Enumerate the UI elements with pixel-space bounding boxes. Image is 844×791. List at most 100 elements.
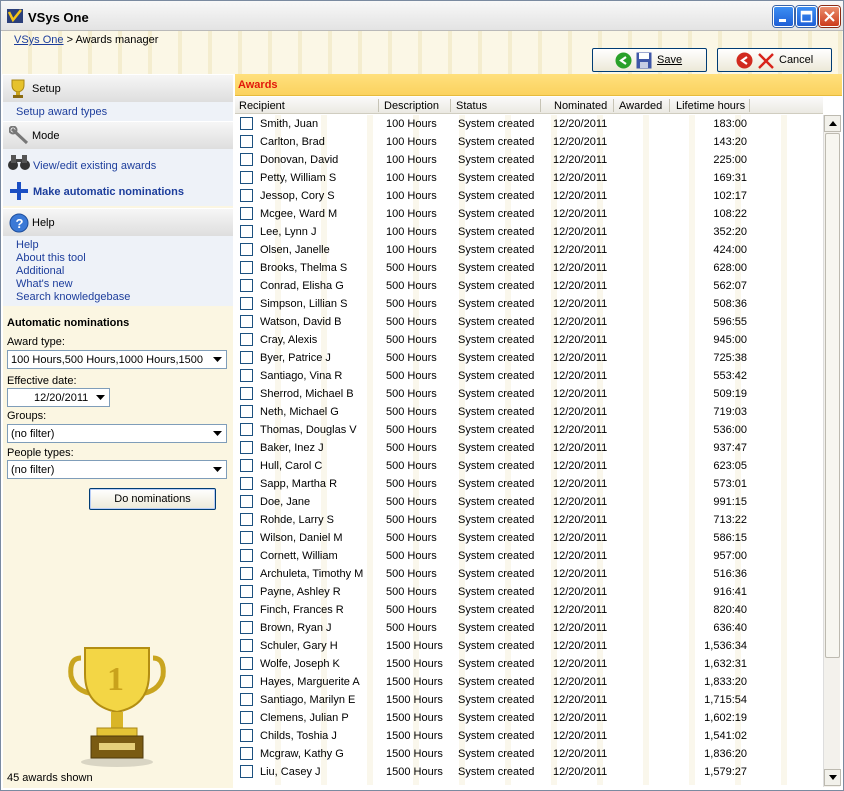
mode-section-header[interactable]: Mode	[3, 121, 233, 149]
table-row[interactable]: Rohde, Larry S 500 Hours System created 12/…	[235, 511, 823, 529]
award-type-select[interactable]: 100 Hours,500 Hours,1000 Hours,1500 H	[7, 350, 227, 369]
column-header-status[interactable]: Status	[456, 100, 487, 112]
table-row[interactable]: Petty, William S 100 Hours System created 1…	[235, 169, 823, 187]
table-row[interactable]: Simpson, Lillian S 500 Hours System create…	[235, 295, 823, 313]
column-divider[interactable]	[378, 99, 379, 112]
column-header-lifetime-hours[interactable]: Lifetime hours	[676, 100, 745, 112]
table-row[interactable]: Conrad, Elisha G 500 Hours System created 1…	[235, 277, 823, 295]
table-row[interactable]: Baker, Inez J 500 Hours System created 12/2…	[235, 439, 823, 457]
row-checkbox[interactable]	[240, 153, 253, 166]
people-types-select[interactable]: (no filter)	[7, 460, 227, 479]
row-checkbox[interactable]	[240, 513, 253, 526]
table-row[interactable]: Olsen, Janelle 100 Hours System created 12/…	[235, 241, 823, 259]
row-checkbox[interactable]	[240, 135, 253, 148]
table-row[interactable]: Doe, Jane 500 Hours System created 12/20/20…	[235, 493, 823, 511]
scroll-up-button[interactable]	[824, 115, 841, 132]
scrollbar-thumb[interactable]	[825, 133, 840, 658]
row-checkbox[interactable]	[240, 549, 253, 562]
table-row[interactable]: Mcgraw, Kathy G 1500 Hours System created 1…	[235, 745, 823, 763]
row-checkbox[interactable]	[240, 405, 253, 418]
close-window-button[interactable]	[819, 6, 840, 27]
table-row[interactable]: Carlton, Brad 100 Hours System created 12/2…	[235, 133, 823, 151]
table-row[interactable]: Finch, Frances R 500 Hours System created 1…	[235, 601, 823, 619]
column-header-awarded[interactable]: Awarded	[619, 100, 662, 112]
table-row[interactable]: Santiago, Marilyn E 1500 Hours System crea…	[235, 691, 823, 709]
row-checkbox[interactable]	[240, 297, 253, 310]
row-checkbox[interactable]	[240, 495, 253, 508]
column-divider[interactable]	[669, 99, 670, 112]
table-row[interactable]: Wolfe, Joseph K 1500 Hours System created 1…	[235, 655, 823, 673]
column-header-nominated[interactable]: Nominated	[554, 100, 607, 112]
row-checkbox[interactable]	[240, 171, 253, 184]
column-header-description[interactable]: Description	[384, 100, 439, 112]
column-divider[interactable]	[749, 99, 750, 112]
table-row[interactable]: Jessop, Cory S 100 Hours System created 12/…	[235, 187, 823, 205]
row-checkbox[interactable]	[240, 765, 253, 778]
table-row[interactable]: Byer, Patrice J 500 Hours System created 12…	[235, 349, 823, 367]
setup-award-types-link[interactable]: Setup award types	[16, 106, 107, 118]
breadcrumb-root-link[interactable]: VSys One	[14, 34, 64, 46]
row-checkbox[interactable]	[240, 711, 253, 724]
row-checkbox[interactable]	[240, 117, 253, 130]
table-row[interactable]: Lee, Lynn J 100 Hours System created 12/20/…	[235, 223, 823, 241]
row-checkbox[interactable]	[240, 567, 253, 580]
row-checkbox[interactable]	[240, 189, 253, 202]
table-row[interactable]: Sapp, Martha R 500 Hours System created 12/…	[235, 475, 823, 493]
row-checkbox[interactable]	[240, 387, 253, 400]
row-checkbox[interactable]	[240, 603, 253, 616]
row-checkbox[interactable]	[240, 531, 253, 544]
row-checkbox[interactable]	[240, 459, 253, 472]
row-checkbox[interactable]	[240, 639, 253, 652]
table-row[interactable]: Santiago, Vina R 500 Hours System created 1…	[235, 367, 823, 385]
row-checkbox[interactable]	[240, 585, 253, 598]
row-checkbox[interactable]	[240, 351, 253, 364]
table-row[interactable]: Brown, Ryan J 500 Hours System created 12/2…	[235, 619, 823, 637]
table-row[interactable]: Payne, Ashley R 500 Hours System created 12…	[235, 583, 823, 601]
do-nominations-button[interactable]: Do nominations	[89, 488, 216, 510]
table-row[interactable]: Sherrod, Michael B 500 Hours System create…	[235, 385, 823, 403]
row-checkbox[interactable]	[240, 261, 253, 274]
column-divider[interactable]	[613, 99, 614, 112]
table-row[interactable]: Archuleta, Timothy M 500 Hours System crea…	[235, 565, 823, 583]
table-row[interactable]: Liu, Casey J 1500 Hours System created 12/2…	[235, 763, 823, 781]
about-tool-link[interactable]: About this tool	[16, 252, 233, 265]
minimize-button[interactable]	[773, 6, 794, 27]
groups-select[interactable]: (no filter)	[7, 424, 227, 443]
table-row[interactable]: Neth, Michael G 500 Hours System created 12…	[235, 403, 823, 421]
row-checkbox[interactable]	[240, 225, 253, 238]
row-checkbox[interactable]	[240, 693, 253, 706]
table-row[interactable]: Brooks, Thelma S 500 Hours System created 1…	[235, 259, 823, 277]
column-divider[interactable]	[450, 99, 451, 112]
setup-section-header[interactable]: Setup	[3, 74, 233, 102]
row-checkbox[interactable]	[240, 675, 253, 688]
table-row[interactable]: Hayes, Marguerite A 1500 Hours System crea…	[235, 673, 823, 691]
row-checkbox[interactable]	[240, 207, 253, 220]
row-checkbox[interactable]	[240, 243, 253, 256]
table-row[interactable]: Clemens, Julian P 1500 Hours System create…	[235, 709, 823, 727]
scroll-down-button[interactable]	[824, 769, 841, 786]
row-checkbox[interactable]	[240, 747, 253, 760]
table-row[interactable]: Smith, Juan 100 Hours System created 12/20/…	[235, 115, 823, 133]
title-bar[interactable]: VSys One	[1, 1, 843, 31]
help-link[interactable]: Help	[16, 239, 233, 252]
column-header-recipient[interactable]: Recipient	[239, 100, 285, 112]
view-edit-awards-link[interactable]: View/edit existing awards	[33, 160, 156, 172]
row-checkbox[interactable]	[240, 621, 253, 634]
cancel-button[interactable]: Cancel	[717, 48, 832, 72]
table-row[interactable]: Donovan, David 100 Hours System created 12/…	[235, 151, 823, 169]
table-row[interactable]: Thomas, Douglas V 500 Hours System created…	[235, 421, 823, 439]
table-row[interactable]: Cornett, William 500 Hours System created 1…	[235, 547, 823, 565]
help-section-header[interactable]: ? Help	[3, 208, 233, 236]
row-checkbox[interactable]	[240, 279, 253, 292]
save-button[interactable]: Save	[592, 48, 707, 72]
table-row[interactable]: Wilson, Daniel M 500 Hours System created 1…	[235, 529, 823, 547]
row-checkbox[interactable]	[240, 423, 253, 436]
table-row[interactable]: Schuler, Gary H 1500 Hours System created 1…	[235, 637, 823, 655]
table-row[interactable]: Cray, Alexis 500 Hours System created 12/20…	[235, 331, 823, 349]
table-row[interactable]: Childs, Toshia J 1500 Hours System created…	[235, 727, 823, 745]
row-checkbox[interactable]	[240, 657, 253, 670]
maximize-button[interactable]	[796, 6, 817, 27]
additional-link[interactable]: Additional	[16, 265, 233, 278]
row-checkbox[interactable]	[240, 477, 253, 490]
effective-date-picker[interactable]: 12/20/2011	[7, 388, 110, 407]
